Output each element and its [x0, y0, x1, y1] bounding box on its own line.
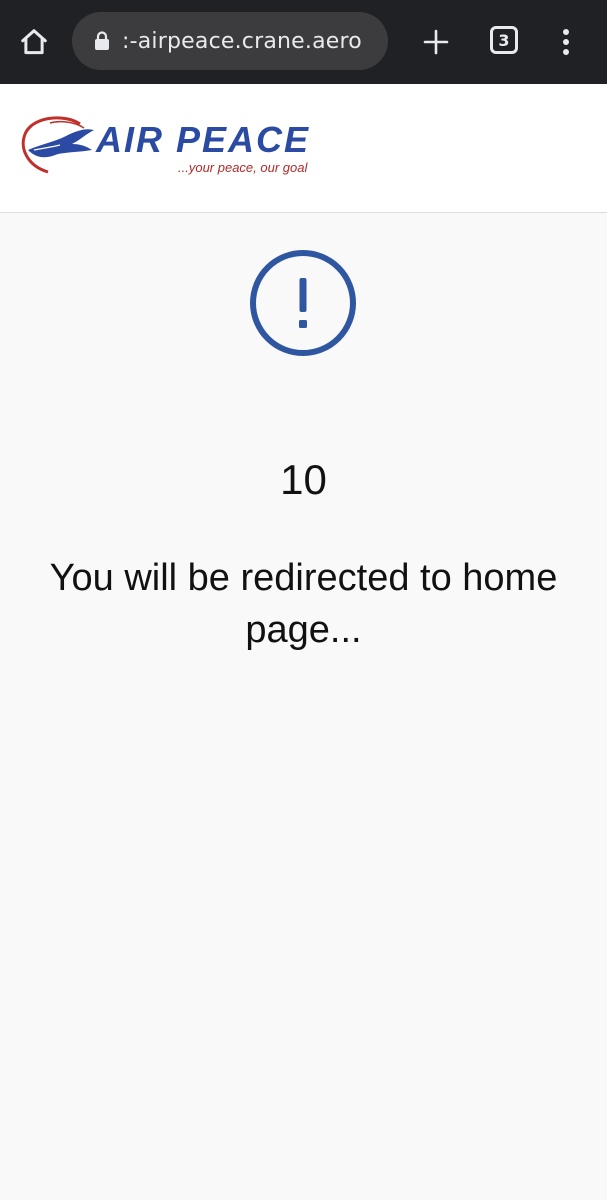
browser-menu-button[interactable]: [546, 22, 586, 62]
new-tab-button[interactable]: [416, 22, 456, 62]
exclamation-circle-icon: [250, 250, 356, 356]
home-button[interactable]: [14, 22, 54, 62]
brand-name: AIR PEACE: [96, 119, 311, 160]
site-header: AIR PEACE ...your peace, our goal: [0, 84, 607, 213]
url-text: :-airpeace.crane.aero: [122, 28, 362, 54]
home-icon: [21, 29, 47, 55]
plus-icon: [423, 29, 449, 55]
lock-icon: [92, 30, 112, 52]
browser-toolbar: :-airpeace.crane.aero 3: [0, 0, 607, 84]
address-bar[interactable]: :-airpeace.crane.aero: [72, 12, 388, 70]
air-peace-logo[interactable]: AIR PEACE ...your peace, our goal: [20, 114, 320, 184]
brand-tagline: ...your peace, our goal: [178, 160, 308, 175]
redirect-message: You will be redirected to home page...: [49, 557, 558, 651]
countdown-timer: 10: [280, 456, 327, 503]
more-vertical-icon: [563, 29, 569, 55]
tab-switcher-button[interactable]: 3: [490, 26, 518, 54]
